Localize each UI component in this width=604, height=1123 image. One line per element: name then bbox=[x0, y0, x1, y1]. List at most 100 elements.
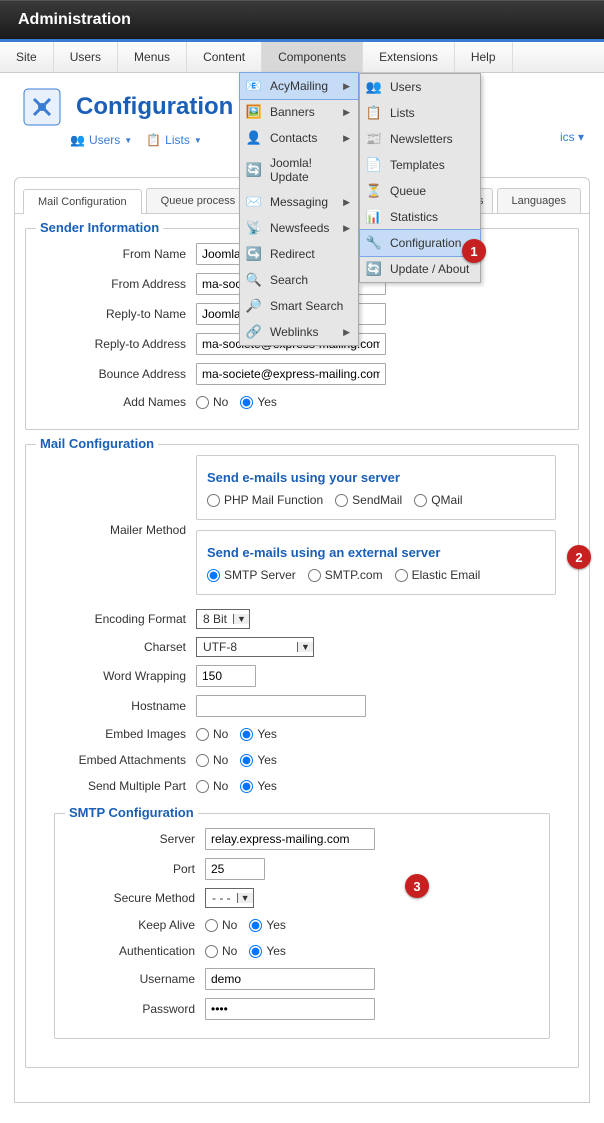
menu-content[interactable]: Content bbox=[187, 42, 262, 72]
radio[interactable] bbox=[196, 728, 209, 741]
radio[interactable] bbox=[205, 945, 218, 958]
dropdown-label: Smart Search bbox=[270, 299, 343, 313]
radio[interactable] bbox=[335, 494, 348, 507]
dropdown-item-redirect[interactable]: ↪️ Redirect bbox=[240, 241, 358, 267]
smtp-password-input[interactable] bbox=[205, 998, 375, 1020]
chevron-right-icon: ▶ bbox=[343, 81, 350, 92]
fieldset-mail-configuration: Mail Configuration Mailer Method Send e-… bbox=[25, 444, 579, 1068]
submenu-lists[interactable]: 📋Lists bbox=[360, 100, 480, 126]
newsletters-icon: 📰 bbox=[366, 131, 382, 147]
embed-attachments-yes[interactable]: Yes bbox=[240, 753, 277, 767]
dropdown-label: Redirect bbox=[270, 247, 315, 261]
radio[interactable] bbox=[240, 754, 253, 767]
radio-label: Yes bbox=[257, 395, 277, 409]
charset-label: Charset bbox=[36, 640, 196, 654]
radio[interactable] bbox=[414, 494, 427, 507]
auth-no[interactable]: No bbox=[205, 944, 237, 958]
mailer-smtp-server[interactable]: SMTP Server bbox=[207, 568, 296, 582]
bounce-address-input[interactable] bbox=[196, 363, 386, 385]
dropdown-item-contacts[interactable]: 👤Contacts▶ bbox=[240, 125, 358, 151]
submenu-templates[interactable]: 📄Templates bbox=[360, 152, 480, 178]
menu-help[interactable]: Help bbox=[455, 42, 513, 72]
submenu-statistics[interactable]: 📊Statistics bbox=[360, 204, 480, 230]
submenu-update-about[interactable]: 🔄 Update / About bbox=[360, 256, 480, 282]
embed-images-yes[interactable]: Yes bbox=[240, 727, 277, 741]
radio[interactable] bbox=[196, 396, 209, 409]
submenu-label: Update / About bbox=[390, 262, 469, 276]
mailer-smtpcom[interactable]: SMTP.com bbox=[308, 568, 383, 582]
lists-icon: 📋 bbox=[366, 105, 382, 121]
templates-icon: 📄 bbox=[366, 157, 382, 173]
messaging-icon: ✉️ bbox=[246, 194, 262, 210]
auth-yes[interactable]: Yes bbox=[249, 944, 286, 958]
dropdown-item-search[interactable]: 🔍Search bbox=[240, 267, 358, 293]
dropdown-item-banners[interactable]: 🖼️Banners▶ bbox=[240, 99, 358, 125]
menu-components[interactable]: Components bbox=[262, 42, 363, 72]
word-wrapping-input[interactable] bbox=[196, 665, 256, 687]
radio-label: No bbox=[213, 395, 228, 409]
add-names-no[interactable]: No bbox=[196, 395, 228, 409]
submenu-users[interactable]: 👥Users bbox=[360, 74, 480, 100]
reply-to-name-label: Reply-to Name bbox=[36, 307, 196, 321]
smtp-username-label: Username bbox=[65, 972, 205, 986]
dropdown-item-messaging[interactable]: ✉️Messaging▶ bbox=[240, 189, 358, 215]
radio[interactable] bbox=[395, 569, 408, 582]
menu-menus[interactable]: Menus bbox=[118, 42, 187, 72]
smtp-port-input[interactable] bbox=[205, 858, 265, 880]
update-icon: 🔄 bbox=[366, 261, 382, 277]
radio[interactable] bbox=[207, 569, 220, 582]
smtp-auth-label: Authentication bbox=[65, 944, 205, 958]
subaction-lists[interactable]: 📋Lists▼ bbox=[146, 133, 202, 147]
subaction-users[interactable]: 👥Users▼ bbox=[70, 133, 132, 147]
radio-label: No bbox=[222, 918, 237, 932]
subaction-label: Users bbox=[89, 133, 120, 147]
send-multiple-part-no[interactable]: No bbox=[196, 779, 228, 793]
send-multiple-part-yes[interactable]: Yes bbox=[240, 779, 277, 793]
menu-extensions[interactable]: Extensions bbox=[363, 42, 455, 72]
radio[interactable] bbox=[240, 780, 253, 793]
redirect-icon: ↪️ bbox=[246, 246, 262, 262]
submenu-queue[interactable]: ⏳Queue bbox=[360, 178, 480, 204]
radio[interactable] bbox=[249, 919, 262, 932]
smtp-server-input[interactable] bbox=[205, 828, 375, 850]
smart-search-icon: 🔎 bbox=[246, 298, 262, 314]
embed-images-no[interactable]: No bbox=[196, 727, 228, 741]
keep-alive-yes[interactable]: Yes bbox=[249, 918, 286, 932]
submenu-newsletters[interactable]: 📰Newsletters bbox=[360, 126, 480, 152]
tab-queue-process[interactable]: Queue process bbox=[146, 188, 251, 213]
charset-select[interactable]: UTF-8▼ bbox=[196, 637, 314, 657]
dropdown-item-acymailing[interactable]: 📧 AcyMailing ▶ 👥Users 📋Lists 📰Newsletter… bbox=[239, 72, 359, 100]
radio[interactable] bbox=[196, 780, 209, 793]
radio-label: No bbox=[213, 753, 228, 767]
tab-mail-configuration[interactable]: Mail Configuration bbox=[23, 189, 142, 214]
radio[interactable] bbox=[205, 919, 218, 932]
radio[interactable] bbox=[240, 728, 253, 741]
dropdown-item-joomla-update[interactable]: 🔄Joomla! Update bbox=[240, 151, 358, 189]
dropdown-item-newsfeeds[interactable]: 📡Newsfeeds▶ bbox=[240, 215, 358, 241]
radio[interactable] bbox=[249, 945, 262, 958]
radio[interactable] bbox=[308, 569, 321, 582]
tab-languages[interactable]: Languages bbox=[497, 188, 581, 213]
hostname-input[interactable] bbox=[196, 695, 366, 717]
encoding-format-select[interactable]: 8 Bit▼ bbox=[196, 609, 250, 629]
radio-label: SMTP Server bbox=[224, 568, 296, 582]
smtp-username-input[interactable] bbox=[205, 968, 375, 990]
radio-label: Yes bbox=[266, 918, 286, 932]
mailer-sendmail[interactable]: SendMail bbox=[335, 493, 402, 507]
menu-site[interactable]: Site bbox=[0, 42, 54, 72]
add-names-yes[interactable]: Yes bbox=[240, 395, 277, 409]
dropdown-item-smart-search[interactable]: 🔎 Smart Search bbox=[240, 293, 358, 319]
menu-users[interactable]: Users bbox=[54, 42, 118, 72]
mailer-qmail[interactable]: QMail bbox=[414, 493, 462, 507]
radio[interactable] bbox=[240, 396, 253, 409]
dropdown-item-weblinks[interactable]: 🔗Weblinks▶ bbox=[240, 319, 358, 345]
radio[interactable] bbox=[207, 494, 220, 507]
mailer-elastic-email[interactable]: Elastic Email bbox=[395, 568, 481, 582]
radio-label: SMTP.com bbox=[325, 568, 383, 582]
mailer-php[interactable]: PHP Mail Function bbox=[207, 493, 323, 507]
embed-attachments-no[interactable]: No bbox=[196, 753, 228, 767]
radio[interactable] bbox=[196, 754, 209, 767]
keep-alive-no[interactable]: No bbox=[205, 918, 237, 932]
radio-label: No bbox=[213, 779, 228, 793]
smtp-secure-select[interactable]: - - -▼ bbox=[205, 888, 254, 908]
